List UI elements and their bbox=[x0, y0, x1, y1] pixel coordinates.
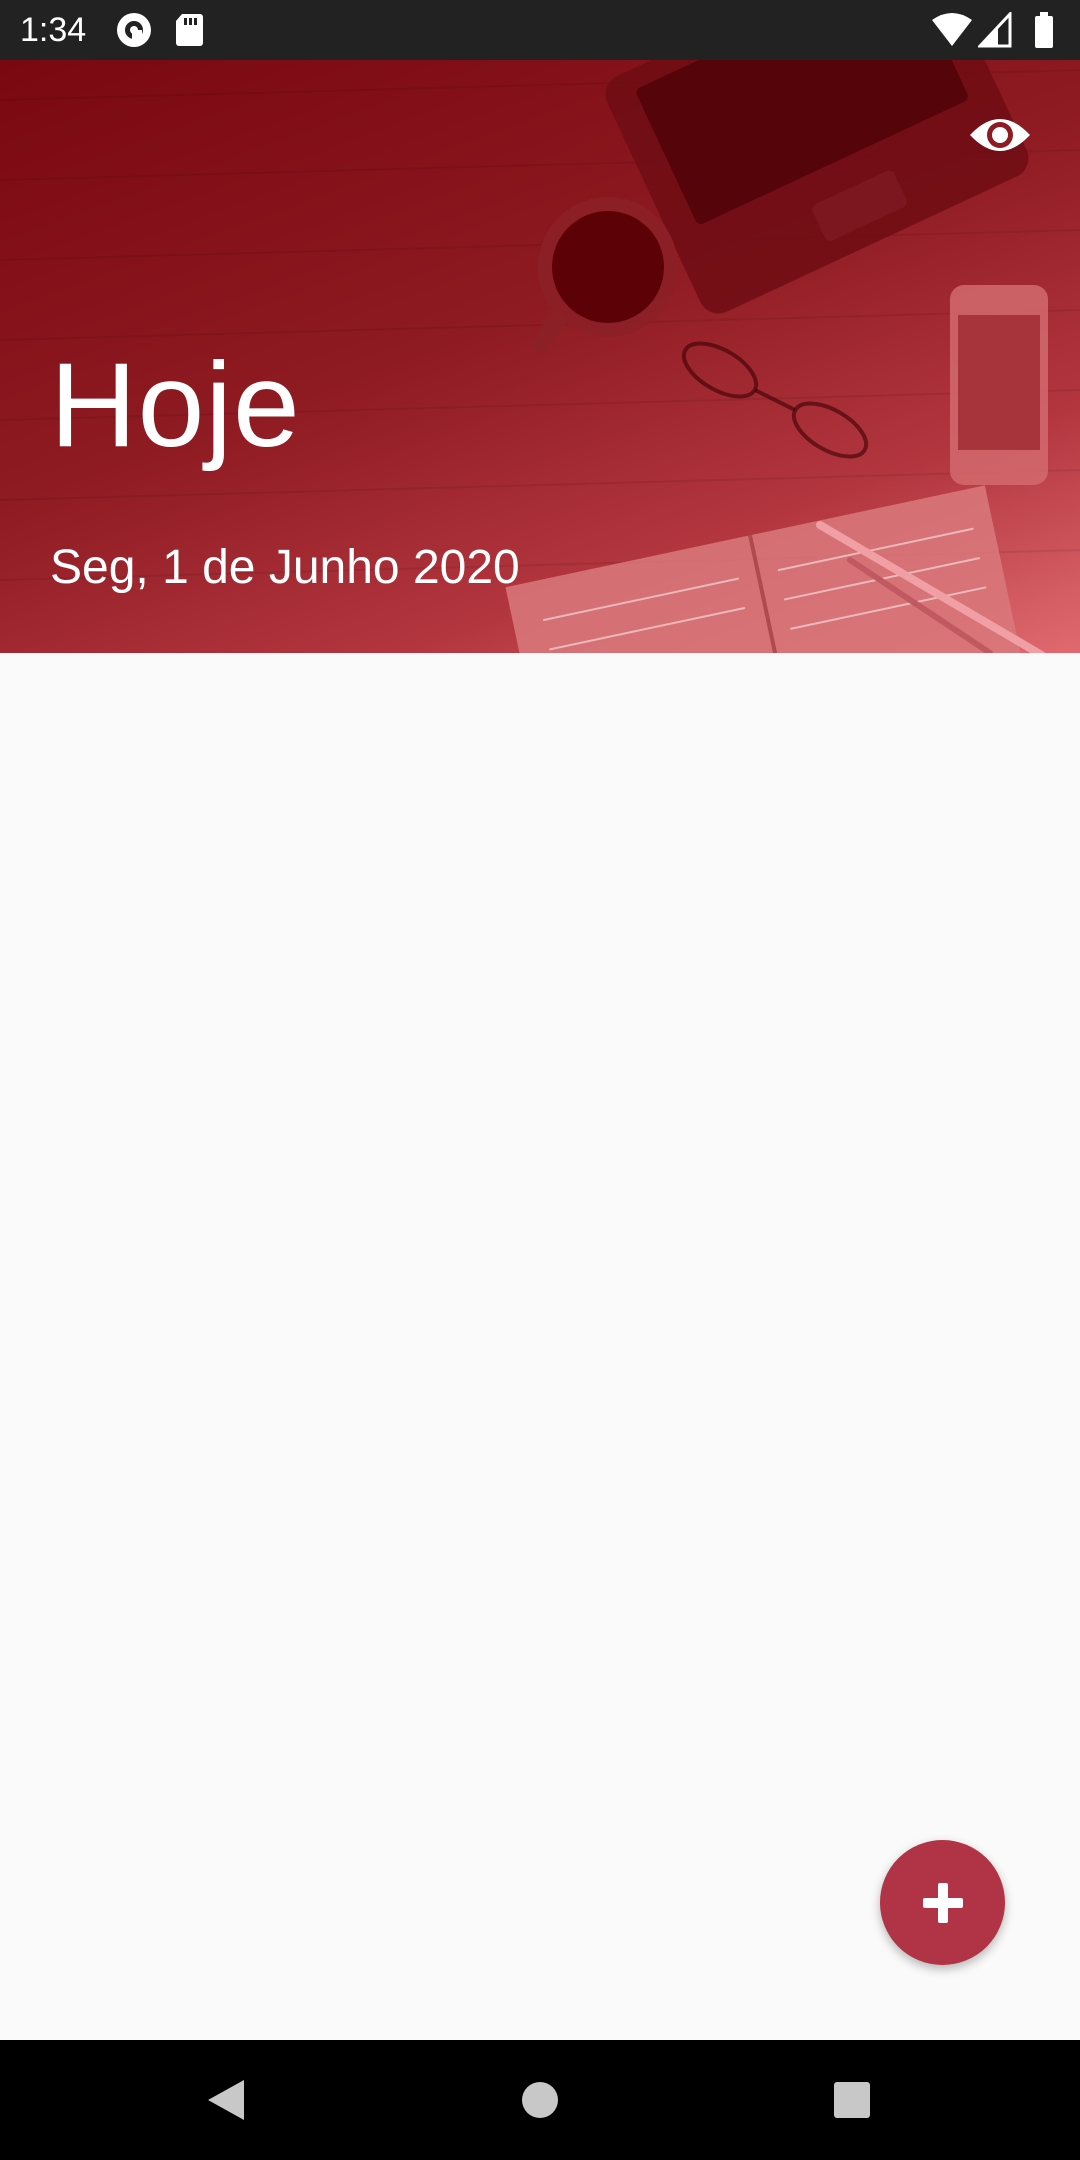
task-list-area bbox=[0, 653, 1080, 2040]
wifi-icon bbox=[932, 13, 972, 46]
status-bar: 1:34 bbox=[0, 0, 1080, 60]
add-task-button[interactable] bbox=[880, 1840, 1005, 1965]
system-nav-bar bbox=[0, 2040, 1080, 2160]
status-icons bbox=[932, 12, 1062, 48]
recents-button[interactable] bbox=[822, 2070, 882, 2130]
page-title: Hoje bbox=[50, 338, 301, 472]
status-time: 1:34 bbox=[20, 11, 87, 49]
recents-icon bbox=[834, 2082, 870, 2118]
sd-card-icon bbox=[174, 12, 204, 53]
visibility-toggle-button[interactable] bbox=[960, 95, 1040, 175]
signal-icon bbox=[978, 12, 1012, 48]
current-date: Seg, 1 de Junho 2020 bbox=[50, 541, 520, 594]
home-button[interactable] bbox=[510, 2070, 570, 2130]
pocket-casts-icon bbox=[116, 12, 152, 53]
header-banner: Hoje Seg, 1 de Junho 2020 bbox=[0, 60, 1080, 653]
home-icon bbox=[522, 2082, 558, 2118]
screen: 1:34 Hoje Seg, 1 de Junho 2020 bbox=[0, 0, 1080, 2160]
battery-icon bbox=[1035, 12, 1053, 48]
plus-icon bbox=[922, 1882, 963, 1923]
back-button[interactable] bbox=[196, 2070, 256, 2130]
eye-icon bbox=[970, 119, 1030, 151]
back-icon bbox=[208, 2080, 244, 2120]
